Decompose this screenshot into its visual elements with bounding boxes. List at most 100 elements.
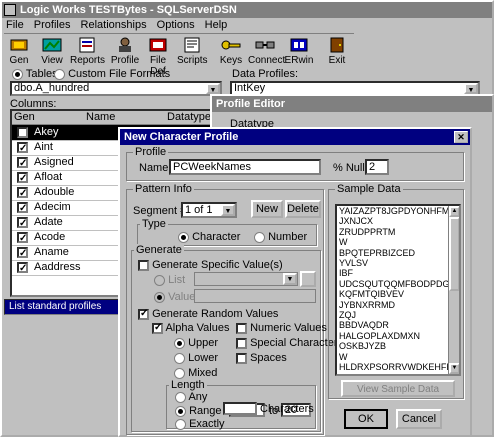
toolbar-erwin-button[interactable]: ERwin (284, 34, 314, 72)
custom-file-radio[interactable] (54, 68, 65, 80)
grid-header-datatype: Datatype (167, 111, 212, 123)
alpha-values-label: Alpha Values (165, 322, 230, 334)
spaces-checkbox[interactable] (236, 352, 247, 364)
ok-button[interactable]: OK (344, 409, 388, 429)
length-exactly-option[interactable]: Exactly (175, 418, 225, 430)
sample-data-list[interactable]: YAIZAZPT8JGPDYONHFMN JXNJCX ZRUDPPRTM W BPQT… (335, 204, 461, 376)
profile-group: Profile Name: PCWeekNames % Null: 2 (126, 146, 464, 181)
upper-option[interactable]: Upper (174, 337, 218, 349)
type-character-option[interactable]: Character (178, 231, 240, 243)
type-number-label: Number (268, 231, 308, 243)
delete-segment-button[interactable]: Delete (285, 200, 321, 218)
null-input[interactable]: 2 (365, 159, 389, 175)
segment-select[interactable]: 1 of 1 ▼ (181, 202, 237, 218)
value-option[interactable]: Value (154, 291, 195, 303)
gen-checkbox[interactable] (17, 186, 28, 201)
gen-specific-checkbox[interactable] (138, 259, 149, 271)
length-range-option[interactable]: Range (175, 405, 221, 417)
lower-radio[interactable] (174, 352, 185, 364)
gen-checkbox[interactable] (17, 156, 28, 171)
chevron-down-icon[interactable]: ▼ (283, 273, 297, 285)
list-item: W (339, 237, 348, 248)
list-browse-button[interactable] (300, 271, 316, 287)
profile-icon (119, 37, 131, 52)
gen-random-option[interactable]: Generate Random Values (138, 308, 278, 320)
scroll-thumb[interactable] (449, 217, 459, 291)
tables-radio[interactable] (12, 68, 23, 80)
type-number-radio[interactable] (254, 231, 265, 243)
alpha-values-checkbox[interactable] (152, 322, 163, 334)
gen-checkbox[interactable] (17, 261, 28, 276)
file-def-icon (149, 38, 167, 52)
gen-checkbox[interactable] (17, 201, 28, 216)
menu-options[interactable]: Options (157, 19, 195, 31)
gen-specific-option[interactable]: Generate Specific Value(s) (138, 259, 283, 271)
menu-help[interactable]: Help (205, 19, 228, 31)
chevron-down-icon[interactable]: ▼ (206, 83, 220, 94)
exactly-input[interactable] (223, 402, 257, 415)
sample-scrollbar[interactable]: ▲ ▼ (448, 206, 459, 374)
list-select[interactable]: ▼ (194, 272, 298, 286)
list-option[interactable]: List (154, 274, 185, 286)
menu-relationships[interactable]: Relationships (81, 19, 147, 31)
type-character-radio[interactable] (178, 231, 189, 243)
gen-random-checkbox[interactable] (138, 308, 149, 320)
numeric-values-option[interactable]: Numeric Values (236, 322, 327, 334)
spaces-option[interactable]: Spaces (236, 352, 287, 364)
generate-group-label: Generate (134, 244, 184, 256)
erwin-icon (290, 38, 308, 52)
toolbar-profile-button[interactable]: Profile (110, 34, 140, 72)
gen-checkbox[interactable] (17, 126, 28, 141)
menu-file[interactable]: File (6, 19, 24, 31)
toolbar-exit-label: Exit (328, 55, 346, 66)
toolbar-scripts-label: Scripts (177, 55, 208, 66)
source-tables-option[interactable]: Tables (12, 68, 58, 80)
toolbar-gen-button[interactable]: Gen (4, 34, 34, 72)
numeric-values-checkbox[interactable] (236, 322, 247, 334)
toolbar-keys-button[interactable]: Keys (216, 34, 246, 72)
menu-profiles[interactable]: Profiles (34, 19, 71, 31)
gen-checkbox[interactable] (17, 141, 28, 156)
cancel-button[interactable]: Cancel (396, 409, 442, 429)
length-range-radio[interactable] (175, 405, 186, 417)
gen-checkbox[interactable] (17, 216, 28, 231)
toolbar-filedef-button[interactable]: File Def (142, 34, 174, 77)
special-chars-option[interactable]: Special Characters (236, 337, 343, 349)
close-icon[interactable]: ✕ (454, 131, 468, 143)
list-radio[interactable] (154, 274, 165, 286)
length-exactly-radio[interactable] (175, 418, 186, 430)
mixed-option[interactable]: Mixed (174, 367, 217, 379)
type-number-option[interactable]: Number (254, 231, 307, 243)
type-group-label: Type (140, 218, 168, 230)
view-sample-button[interactable]: View Sample Data (341, 380, 455, 397)
special-chars-checkbox[interactable] (236, 337, 247, 349)
toolbar-exit-button[interactable]: Exit (322, 34, 352, 72)
length-any-radio[interactable] (175, 391, 186, 403)
mixed-radio[interactable] (174, 367, 185, 379)
toolbar: Gen View Reports Profile File Def Script… (4, 33, 354, 77)
value-radio[interactable] (154, 291, 165, 303)
scroll-down-icon[interactable]: ▼ (449, 363, 459, 374)
gen-checkbox[interactable] (17, 246, 28, 261)
value-input[interactable] (194, 289, 316, 303)
toolbar-scripts-button[interactable]: Scripts (177, 34, 208, 72)
chevron-down-icon[interactable]: ▼ (221, 204, 235, 216)
source-custom-option[interactable]: Custom File Formats (54, 68, 170, 80)
scroll-up-icon[interactable]: ▲ (449, 206, 459, 217)
gen-checkbox[interactable] (17, 171, 28, 186)
table-select[interactable]: dbo.A_hundred ▼ (10, 81, 222, 96)
segment-value: 1 of 1 (185, 204, 213, 216)
alpha-values-option[interactable]: Alpha Values (152, 322, 229, 334)
chevron-down-icon[interactable]: ▼ (464, 83, 478, 94)
toolbar-connect-button[interactable]: Connect (248, 34, 286, 72)
length-any-option[interactable]: Any (175, 391, 207, 403)
name-input[interactable]: PCWeekNames (169, 159, 321, 175)
app-icon (4, 4, 16, 16)
toolbar-connect-label: Connect (248, 55, 286, 66)
lower-option[interactable]: Lower (174, 352, 218, 364)
toolbar-reports-button[interactable]: Reports (70, 34, 105, 72)
gen-checkbox[interactable] (17, 231, 28, 246)
new-segment-button[interactable]: New (251, 200, 283, 218)
toolbar-view-button[interactable]: View (37, 34, 67, 72)
upper-radio[interactable] (174, 337, 185, 349)
